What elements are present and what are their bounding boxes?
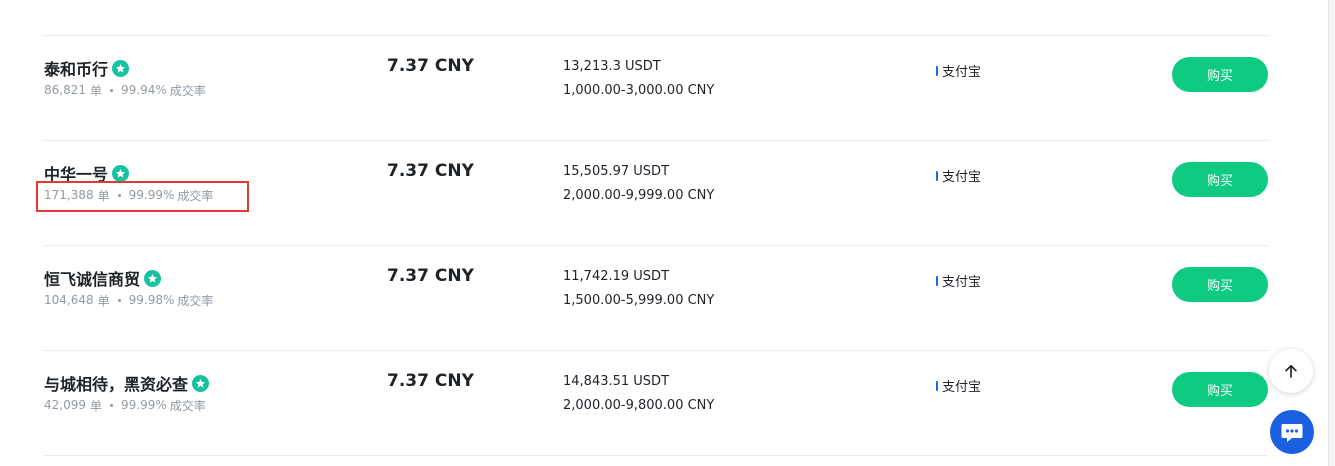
ad-row: 恒飞诚信商贸 104,648 单 99.98% 成交率 7.37 CNY 11,… xyxy=(44,245,1268,350)
merchant-name[interactable]: 泰和币行 xyxy=(44,56,108,80)
payment-method-label: 支付宝 xyxy=(942,275,982,290)
available-amount: 15,505.97 USDT xyxy=(563,164,670,179)
order-limit: 2,000.00-9,800.00 CNY xyxy=(563,398,715,413)
ad-row: 中华一号 171,388 单 99.99% 成交率 7.37 CNY 15,50… xyxy=(44,140,1268,245)
order-unit: 单 xyxy=(90,398,103,413)
order-limit: 1,000.00-3,000.00 CNY xyxy=(563,83,715,98)
ad-price: 7.37 CNY xyxy=(387,161,474,181)
ad-amounts: 15,505.97 USDT 2,000.00-9,999.00 CNY xyxy=(563,163,714,205)
merchant-name[interactable]: 恒飞诚信商贸 xyxy=(44,266,140,290)
merchant-name[interactable]: 中华一号 xyxy=(44,161,108,185)
ad-row: 与城相待，黑资必查 42,099 单 99.99% 成交率 7.37 CNY 1… xyxy=(44,350,1268,456)
merchant-info: 中华一号 171,388 单 99.99% 成交率 xyxy=(44,162,213,203)
buy-button[interactable]: 购买 xyxy=(1172,372,1268,407)
payment-method-label: 支付宝 xyxy=(942,170,982,185)
scroll-to-top-button[interactable] xyxy=(1269,349,1313,393)
merchant-stats: 104,648 单 99.98% 成交率 xyxy=(44,292,213,308)
buy-button[interactable]: 购买 xyxy=(1172,162,1268,197)
merchant-name[interactable]: 与城相待，黑资必查 xyxy=(44,371,188,395)
p2p-ad-list-page: 泰和币行 86,821 单 99.94% 成交率 7.37 CNY 13,213… xyxy=(0,0,1335,466)
order-count: 42,099 xyxy=(44,398,86,412)
ad-row: 泰和币行 86,821 单 99.94% 成交率 7.37 CNY 13,213… xyxy=(44,35,1268,140)
completion-rate: 99.99% xyxy=(121,398,167,412)
payment-method-label: 支付宝 xyxy=(942,380,982,395)
ad-price: 7.37 CNY xyxy=(387,266,474,286)
payment-method: 支付宝 xyxy=(936,376,981,395)
verified-star-icon xyxy=(112,164,130,182)
merchant-stats: 86,821 单 99.94% 成交率 xyxy=(44,82,206,98)
available-amount: 13,213.3 USDT xyxy=(563,59,661,74)
completion-label: 成交率 xyxy=(177,188,214,203)
buy-button[interactable]: 购买 xyxy=(1172,57,1268,92)
page-scrollbar[interactable] xyxy=(1328,0,1335,466)
completion-label: 成交率 xyxy=(169,83,206,98)
order-count: 86,821 xyxy=(44,83,86,97)
merchant-stats: 42,099 单 99.99% 成交率 xyxy=(44,397,209,413)
available-amount: 14,843.51 USDT xyxy=(563,374,670,389)
order-limit: 1,500.00-5,999.00 CNY xyxy=(563,293,715,308)
order-unit: 单 xyxy=(90,83,103,98)
separator-dot xyxy=(110,403,114,407)
completion-rate: 99.94% xyxy=(121,83,167,97)
payment-method: 支付宝 xyxy=(936,61,981,80)
payment-marker xyxy=(936,275,938,286)
completion-label: 成交率 xyxy=(169,398,206,413)
completion-rate: 99.99% xyxy=(128,188,175,202)
order-unit: 单 xyxy=(97,188,110,203)
merchant-info: 恒飞诚信商贸 104,648 单 99.98% 成交率 xyxy=(44,267,213,308)
merchant-info: 与城相待，黑资必查 42,099 单 99.99% 成交率 xyxy=(44,371,210,413)
verified-star-icon xyxy=(112,59,130,77)
ad-amounts: 11,742.19 USDT 1,500.00-5,999.00 CNY xyxy=(563,268,714,310)
ad-price: 7.37 CNY xyxy=(387,371,474,391)
payment-method: 支付宝 xyxy=(936,166,981,185)
payment-marker xyxy=(936,170,938,181)
separator-dot xyxy=(117,193,121,197)
separator-dot xyxy=(117,298,121,302)
order-count: 104,648 xyxy=(44,293,94,307)
merchant-info: 泰和币行 86,821 单 99.94% 成交率 xyxy=(44,57,206,98)
ad-amounts: 13,213.3 USDT 1,000.00-3,000.00 CNY xyxy=(563,58,714,100)
buy-button[interactable]: 购买 xyxy=(1172,267,1268,302)
payment-marker xyxy=(936,380,938,391)
separator-dot xyxy=(110,88,114,92)
ad-amounts: 14,843.51 USDT 2,000.00-9,800.00 CNY xyxy=(563,373,714,415)
ad-price: 7.37 CNY xyxy=(387,56,474,76)
chat-support-button[interactable] xyxy=(1270,410,1314,454)
order-unit: 单 xyxy=(97,293,110,308)
available-amount: 11,742.19 USDT xyxy=(563,269,670,284)
chat-bubble-icon xyxy=(1279,419,1305,445)
payment-method: 支付宝 xyxy=(936,271,981,290)
completion-rate: 99.98% xyxy=(128,293,175,307)
order-limit: 2,000.00-9,999.00 CNY xyxy=(563,188,715,203)
payment-marker xyxy=(936,65,938,76)
arrow-up-icon xyxy=(1282,362,1300,380)
verified-star-icon xyxy=(144,269,162,287)
order-count: 171,388 xyxy=(44,188,94,202)
completion-label: 成交率 xyxy=(177,293,214,308)
ad-list: 泰和币行 86,821 单 99.94% 成交率 7.37 CNY 13,213… xyxy=(44,35,1268,456)
payment-method-label: 支付宝 xyxy=(942,65,982,80)
verified-star-icon xyxy=(192,374,210,392)
merchant-stats: 171,388 单 99.99% 成交率 xyxy=(44,187,213,203)
